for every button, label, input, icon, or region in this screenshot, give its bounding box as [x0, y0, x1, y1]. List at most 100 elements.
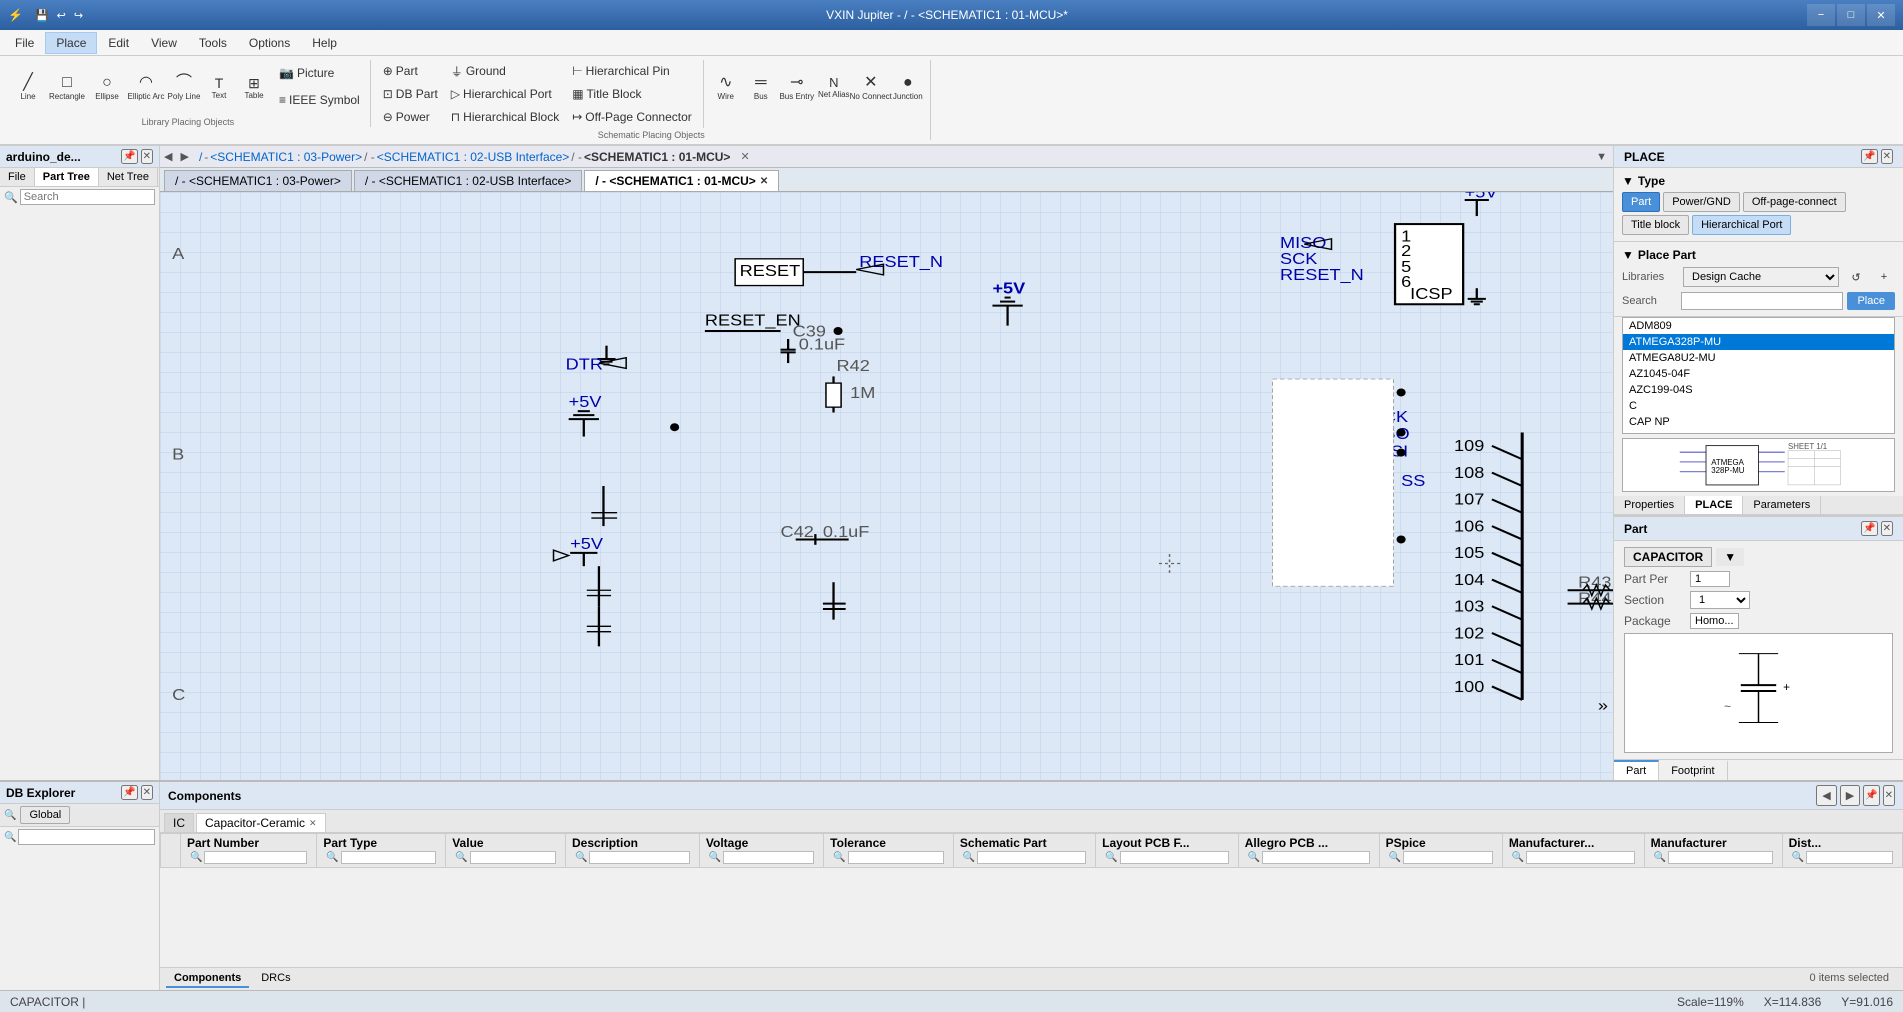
part-item-atmega328[interactable]: ATMEGA328P-MU: [1623, 334, 1894, 350]
rp-tab-place[interactable]: PLACE: [1685, 496, 1743, 514]
part-btab-part[interactable]: Part: [1614, 760, 1659, 780]
rp-tab-properties[interactable]: Properties: [1614, 496, 1685, 514]
tool-net-alias[interactable]: N Net Alias: [816, 60, 852, 115]
menu-edit[interactable]: Edit: [97, 32, 140, 54]
dbe-pin-button[interactable]: 📌: [121, 785, 137, 800]
tool-no-connect[interactable]: ✕ No Connect: [853, 60, 889, 115]
search-schematic-part[interactable]: [977, 851, 1086, 864]
tool-picture[interactable]: 📷 Picture: [273, 60, 366, 86]
maximize-button[interactable]: □: [1837, 4, 1865, 26]
sch-tab-usb[interactable]: / - <SCHEMATIC1 : 02-USB Interface>: [354, 170, 583, 191]
comp-btab-drcs[interactable]: DRCs: [253, 970, 298, 988]
type-btn-offpage[interactable]: Off-page-connect: [1743, 192, 1846, 212]
library-refresh-btn[interactable]: ↺: [1845, 266, 1867, 288]
tool-db-part[interactable]: ⊡ DB Part: [377, 83, 444, 105]
part-btab-footprint[interactable]: Footprint: [1659, 760, 1727, 780]
type-btn-power[interactable]: Power/GND: [1663, 192, 1740, 212]
tool-off-page[interactable]: ↦ Off-Page Connector: [566, 106, 698, 128]
part-item-azc199[interactable]: AZC199-04S: [1623, 382, 1894, 398]
place-button[interactable]: Place: [1847, 292, 1895, 310]
breadcrumb-close[interactable]: ✕: [740, 150, 749, 163]
search-description[interactable]: [589, 851, 689, 864]
search-layout-pcb[interactable]: [1120, 851, 1229, 864]
canvas-area[interactable]: A B C +5V RESET: [160, 192, 1613, 780]
type-btn-part[interactable]: Part: [1622, 192, 1660, 212]
search-pspice[interactable]: [1403, 851, 1493, 864]
search-voltage[interactable]: [723, 851, 814, 864]
type-btn-hierport[interactable]: Hierarchical Port: [1692, 215, 1791, 235]
breadcrumb-root[interactable]: /: [199, 150, 202, 164]
library-add-btn[interactable]: +: [1873, 266, 1895, 288]
tool-ieee-symbol[interactable]: ≡ IEEE Symbol: [273, 87, 366, 113]
search-part-type[interactable]: [341, 851, 436, 864]
minimize-button[interactable]: −: [1807, 4, 1835, 26]
part-item-c[interactable]: C: [1623, 398, 1894, 414]
part-item-cap-nonpol[interactable]: CAPACITOR NON-POL: [1623, 430, 1894, 434]
menu-tools[interactable]: Tools: [188, 32, 238, 54]
tool-hierarchical-block[interactable]: ⊓ Hierarchical Block: [445, 106, 565, 128]
db-search-input[interactable]: [18, 829, 155, 845]
menu-place[interactable]: Place: [45, 32, 97, 54]
tool-wire[interactable]: ∿ Wire: [709, 60, 743, 115]
part-item-capnp[interactable]: CAP NP: [1623, 414, 1894, 430]
tool-poly-line[interactable]: ⌒ Poly Line: [166, 60, 202, 115]
global-button[interactable]: Global: [20, 806, 70, 824]
search-mfr[interactable]: [1668, 851, 1772, 864]
comp-tab-ceramic[interactable]: Capacitor-Ceramic ✕: [196, 813, 326, 832]
tab-net-tree[interactable]: Net Tree: [99, 168, 158, 186]
tool-rectangle[interactable]: □ Rectangle: [47, 60, 87, 115]
breadcrumb-power[interactable]: <SCHEMATIC1 : 03-Power>: [210, 150, 362, 164]
menu-view[interactable]: View: [140, 32, 188, 54]
comp-tab-ic[interactable]: IC: [164, 813, 194, 832]
search-part-number[interactable]: [204, 851, 307, 864]
part-search-input[interactable]: [1681, 292, 1843, 310]
sch-tab-mcu-close[interactable]: ✕: [760, 176, 768, 187]
comp-prev-btn[interactable]: ◀: [1816, 785, 1836, 806]
rp-pin-button[interactable]: 📌: [1861, 149, 1877, 164]
library-dropdown[interactable]: Design Cache: [1683, 267, 1839, 287]
tool-junction[interactable]: ● Junction: [890, 60, 926, 115]
search-mfr-part[interactable]: [1526, 851, 1634, 864]
search-value[interactable]: [470, 851, 556, 864]
rp-close-button[interactable]: ✕: [1881, 149, 1893, 164]
tool-hierarchical-port[interactable]: ▷ Hierarchical Port: [445, 83, 565, 105]
sch-tab-power[interactable]: / - <SCHEMATIC1 : 03-Power>: [164, 170, 352, 191]
close-button[interactable]: ✕: [1867, 4, 1895, 26]
part-item-az1045[interactable]: AZ1045-04F: [1623, 366, 1894, 382]
tool-ellipse[interactable]: ○ Ellipse: [88, 60, 126, 115]
menu-help[interactable]: Help: [301, 32, 348, 54]
tool-line[interactable]: ╱ Line: [10, 60, 46, 115]
menu-options[interactable]: Options: [238, 32, 301, 54]
tab-part-tree[interactable]: Part Tree: [35, 168, 99, 186]
tool-elliptic-arc[interactable]: ◠ Elliptic Arc: [127, 60, 165, 115]
schematic-canvas[interactable]: A B C +5V RESET: [160, 192, 1613, 780]
tool-ground[interactable]: ⏚ Ground: [445, 60, 565, 82]
parts-list[interactable]: ADM809 ATMEGA328P-MU ATMEGA8U2-MU AZ1045…: [1622, 317, 1895, 434]
sch-tab-mcu[interactable]: / - <SCHEMATIC1 : 01-MCU> ✕: [584, 170, 779, 191]
search-dist[interactable]: [1806, 851, 1893, 864]
comp-pin-btn[interactable]: 📌: [1863, 785, 1879, 806]
breadcrumb-usb[interactable]: <SCHEMATIC1 : 02-USB Interface>: [377, 150, 570, 164]
panel-close-button[interactable]: ✕: [141, 149, 153, 164]
tool-bus[interactable]: ═ Bus: [744, 60, 778, 115]
comp-tab-ceramic-close[interactable]: ✕: [309, 818, 317, 829]
nav-forward[interactable]: ▶: [176, 148, 192, 165]
tool-hierarchical-pin[interactable]: ⊢ Hierarchical Pin: [566, 60, 698, 82]
nav-back[interactable]: ◀: [160, 148, 176, 165]
rp-tab-parameters[interactable]: Parameters: [1743, 496, 1821, 514]
tool-power[interactable]: ⊖ Power: [377, 106, 444, 128]
nav-collapse[interactable]: ▼: [1590, 149, 1613, 165]
panel-pin-button[interactable]: 📌: [121, 149, 137, 164]
tool-title-block[interactable]: ▦ Title Block: [566, 83, 698, 105]
part-name-dropdown[interactable]: ▼: [1716, 548, 1744, 566]
tool-bus-entry[interactable]: ⊸ Bus Entry: [779, 60, 815, 115]
search-allegro-pcb[interactable]: [1262, 851, 1369, 864]
search-tolerance[interactable]: [848, 851, 944, 864]
tab-file[interactable]: File: [0, 168, 35, 186]
tool-table[interactable]: ⊞ Table: [236, 60, 272, 115]
part-pin-button[interactable]: 📌: [1861, 521, 1877, 536]
tree-search-input[interactable]: [20, 189, 155, 205]
quick-save[interactable]: 💾: [31, 7, 53, 24]
tool-part[interactable]: ⊕ Part: [377, 60, 444, 82]
part-item-adm809[interactable]: ADM809: [1623, 318, 1894, 334]
